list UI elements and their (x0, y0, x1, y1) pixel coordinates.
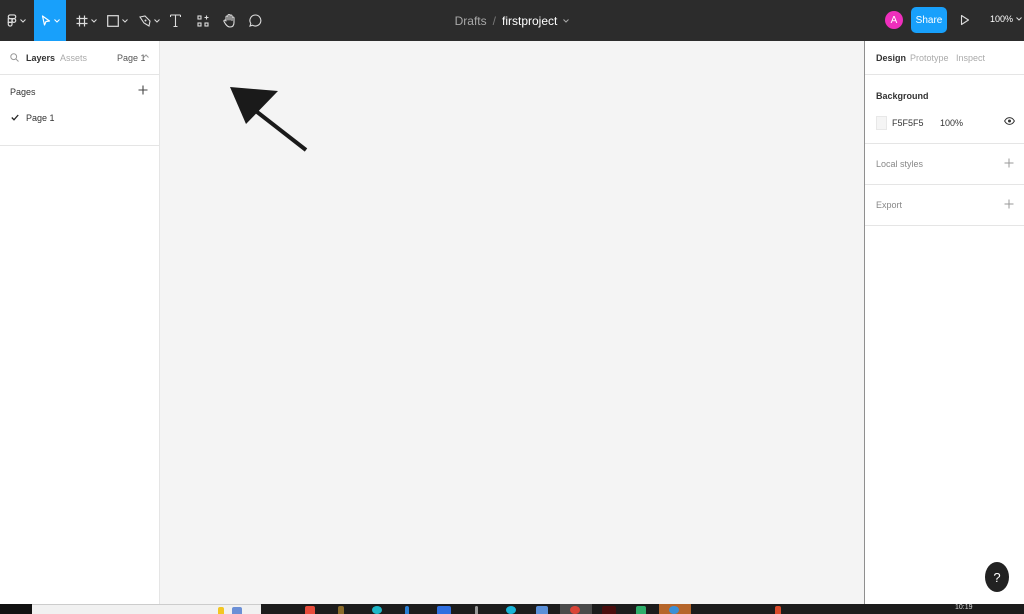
hand-icon (222, 13, 235, 28)
left-panel-tabs: Layers Assets Page 1 (0, 41, 159, 75)
frame-hash-icon (76, 15, 87, 26)
rectangle-icon (106, 14, 119, 27)
text-tool-button[interactable] (166, 0, 184, 41)
taskbar-app-icon[interactable] (405, 606, 409, 614)
components-icon (197, 14, 209, 27)
search-icon[interactable] (10, 53, 19, 62)
taskbar-app-icon[interactable] (338, 606, 344, 614)
local-styles-section: Local styles (865, 144, 1024, 185)
taskbar-app-icon[interactable] (775, 606, 781, 614)
move-cursor-icon (41, 14, 50, 26)
add-page-plus-icon[interactable] (138, 85, 148, 95)
taskbar-app-icon[interactable] (372, 606, 382, 614)
taskbar-app-icon[interactable] (536, 606, 548, 614)
taskbar-app-icon[interactable] (437, 606, 451, 614)
local-styles-heading: Local styles (876, 159, 924, 169)
pages-section: Pages Page 1 (0, 75, 159, 146)
current-page-selector[interactable]: Page 1 (117, 53, 146, 63)
checkmark-icon (11, 114, 19, 121)
taskbar-app-highlighted[interactable] (659, 604, 691, 614)
calendar-icon (232, 607, 242, 614)
chevron-down-icon (53, 18, 60, 23)
right-panel: Design Prototype Inspect Background F5F5… (864, 41, 1024, 604)
taskbar-app-icon[interactable] (602, 606, 616, 614)
search-highlight-icon (218, 607, 224, 614)
move-tool-button[interactable] (34, 0, 66, 41)
present-button[interactable] (960, 13, 970, 31)
chevron-down-icon (1016, 17, 1022, 21)
pen-icon (138, 14, 151, 27)
help-button[interactable]: ? (985, 562, 1009, 592)
add-export-plus-icon[interactable] (1004, 199, 1014, 209)
chevron-down-icon (121, 18, 128, 23)
taskbar-app-active[interactable] (560, 604, 592, 614)
shape-tool-button[interactable] (104, 0, 130, 41)
background-section: Background F5F5F5 100% (865, 75, 1024, 144)
tab-inspect[interactable]: Inspect (956, 53, 985, 63)
taskbar-app-icon[interactable] (475, 606, 478, 614)
share-button[interactable]: Share (911, 7, 947, 33)
background-heading: Background (876, 91, 929, 101)
annotation-arrow-icon (230, 87, 308, 152)
comment-tool-button[interactable] (246, 0, 264, 41)
start-button[interactable] (0, 604, 32, 614)
breadcrumb-separator: / (492, 13, 496, 28)
right-panel-tabs: Design Prototype Inspect (865, 41, 1024, 75)
chevron-down-icon[interactable] (563, 18, 570, 23)
figma-app: Drafts / firstproject A Share 100% Layer… (0, 0, 1024, 614)
page-list-item[interactable]: Page 1 (0, 108, 159, 128)
file-name[interactable]: firstproject (502, 14, 557, 28)
comment-bubble-icon (248, 14, 261, 27)
tab-prototype[interactable]: Prototype (910, 53, 949, 63)
background-opacity-input[interactable]: 100% (940, 118, 963, 128)
tab-design[interactable]: Design (876, 53, 906, 63)
main-menu-button[interactable] (0, 0, 32, 41)
taskbar-clock[interactable]: 10:19 (955, 604, 973, 612)
chevron-up-icon[interactable] (143, 54, 149, 58)
chevron-down-icon (19, 18, 26, 23)
resources-tool-button[interactable] (194, 0, 212, 41)
add-style-plus-icon[interactable] (1004, 158, 1014, 168)
text-T-icon (169, 14, 181, 27)
user-avatar[interactable]: A (885, 11, 903, 29)
chevron-down-icon (90, 18, 97, 23)
frame-tool-button[interactable] (72, 0, 100, 41)
play-icon (960, 14, 970, 26)
chevron-down-icon (153, 18, 160, 23)
breadcrumb-drafts[interactable]: Drafts (455, 14, 487, 28)
os-taskbar: 10:19 (0, 604, 1024, 614)
export-heading: Export (876, 200, 903, 210)
chrome-icon (570, 606, 580, 614)
left-panel: Layers Assets Page 1 Pages Page 1 (0, 41, 160, 604)
figma-logo-icon (7, 14, 16, 27)
zoom-level: 100% (990, 14, 1014, 24)
taskbar-app-icon[interactable] (305, 606, 315, 614)
design-canvas[interactable] (160, 41, 864, 604)
taskbar-app-icon[interactable] (506, 606, 516, 614)
background-color-swatch[interactable] (876, 116, 887, 130)
top-toolbar: Drafts / firstproject A Share 100% (0, 0, 1024, 41)
hand-tool-button[interactable] (219, 0, 239, 41)
pen-tool-button[interactable] (136, 0, 162, 41)
pages-heading: Pages (10, 87, 36, 97)
background-hex-input[interactable]: F5F5F5 (892, 118, 924, 128)
tab-assets[interactable]: Assets (60, 53, 87, 63)
eye-visibility-icon[interactable] (1004, 117, 1015, 125)
page-name: Page 1 (26, 113, 55, 123)
taskbar-app-icon[interactable] (636, 606, 646, 614)
zoom-menu[interactable]: 100% (990, 14, 1022, 24)
export-section: Export (865, 185, 1024, 226)
app-icon (669, 606, 679, 614)
taskbar-search-box[interactable] (32, 604, 261, 614)
tab-layers[interactable]: Layers (26, 53, 55, 63)
